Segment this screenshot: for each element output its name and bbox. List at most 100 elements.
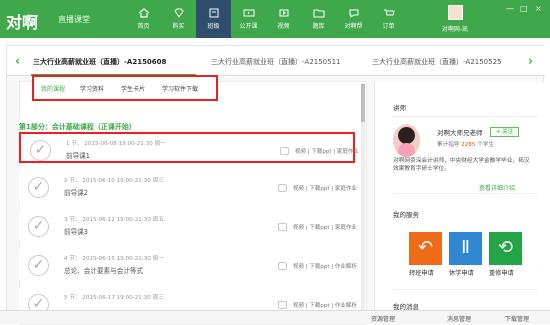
transfer-icon: ↶ bbox=[417, 237, 434, 258]
bottom-toolbar: 资源管理 消息管理 下载管理 bbox=[0, 310, 550, 324]
lesson-meta: 4 节： 2015-06-15 19:00-21:30 周一 bbox=[64, 256, 164, 262]
diamond-icon bbox=[173, 8, 185, 18]
lesson-row-4[interactable]: ✓ 4 节： 2015-06-15 19:00-21:30 周一 总论、会计要素… bbox=[19, 249, 357, 280]
section-title: 第1部分：会计基础课程（正课开始） bbox=[19, 123, 136, 131]
lesson-meta: 5 节： 2015-06-17 19:00-21:30 周三 bbox=[64, 295, 164, 301]
home-icon bbox=[138, 8, 150, 18]
student-count: 累计指导 2285 个学生 bbox=[437, 140, 494, 148]
nav-home[interactable]: 首页 bbox=[126, 0, 161, 38]
student-count-suffix: 个学生 bbox=[477, 142, 494, 148]
avatar bbox=[447, 5, 463, 20]
maximize-button[interactable]: □ bbox=[520, 4, 528, 13]
nav-question-bank[interactable]: 题库 bbox=[301, 0, 336, 38]
lesson-meta: 1 节： 2015-06-08 19:00-21:30 周一 bbox=[66, 141, 166, 147]
nav-label-question-bank: 题库 bbox=[312, 23, 325, 30]
close-button[interactable]: × bbox=[535, 4, 542, 13]
nav-class[interactable]: 班级 bbox=[196, 0, 231, 38]
nav-open-course[interactable]: 公开课 bbox=[231, 0, 266, 38]
lock-icon bbox=[278, 262, 287, 270]
nav-label-class: 班级 bbox=[207, 23, 220, 30]
teacher-details-link[interactable]: 查看详细介绍 bbox=[479, 183, 515, 192]
lesson-row-3[interactable]: ✓ 3 节： 2015-06-12 19:00-21:30 周五 前导课3 视频… bbox=[19, 210, 357, 241]
download-management-link[interactable]: 下载管理 bbox=[505, 314, 529, 323]
teacher-name: 对啊大师兄老师 bbox=[437, 129, 483, 137]
order-cart-icon bbox=[383, 8, 395, 18]
lesson-actions[interactable]: 视频 | 下载ppt | 家庭作业 bbox=[293, 223, 357, 231]
lesson-title: 总论、会计要素与会计等式 bbox=[64, 267, 144, 275]
repeat-course-button[interactable]: ⟲ bbox=[489, 232, 522, 265]
lesson-actions[interactable]: 视频 | 下载ppt | 作业解析 bbox=[293, 262, 357, 270]
lock-icon bbox=[278, 223, 287, 231]
class-icon bbox=[208, 8, 220, 18]
tab-software-download[interactable]: 学习软件下载 bbox=[162, 84, 198, 93]
lesson-row-5[interactable]: ✓ 5 节： 2015-06-17 19:00-21:30 周三 视频 | 下载… bbox=[19, 288, 357, 315]
class-switcher: ‹ 三大行业高薪就业班（直播）-A2150608 三大行业高薪就业班（直播）-A… bbox=[7, 46, 545, 76]
app-logo: 对啊 bbox=[6, 13, 39, 32]
pause-study-button[interactable]: Ⅱ bbox=[449, 232, 482, 265]
repeat-course-icon: ⟲ bbox=[497, 237, 514, 258]
lesson-row-1[interactable]: ✓ 1 节： 2015-06-08 19:00-21:30 周一 前导课1 视频… bbox=[19, 132, 359, 163]
nav-video[interactable]: 视频 bbox=[266, 0, 301, 38]
lesson-actions[interactable]: 视频 | 下载ppt | 作业解析 bbox=[293, 301, 357, 309]
nav-help[interactable]: 对啊帮 bbox=[336, 0, 371, 38]
student-count-prefix: 累计指导 bbox=[437, 142, 460, 148]
lesson-title: 前导课1 bbox=[66, 152, 90, 160]
minimize-button[interactable]: — bbox=[506, 4, 514, 13]
tab-my-courses[interactable]: 我的课程 bbox=[41, 84, 65, 93]
nav-label-open-course: 公开课 bbox=[239, 23, 258, 30]
right-sidebar: 讲师 对啊大师兄老师 + 关注 累计指导 2285 个学生 对啊网资深会计讲师，… bbox=[374, 82, 545, 325]
lesson-actions[interactable]: 视频 | 下载ppt | 家庭作业 bbox=[295, 147, 359, 155]
transfer-label: 转班申请 bbox=[409, 270, 434, 277]
completed-check-icon: ✓ bbox=[28, 255, 49, 276]
completed-check-icon: ✓ bbox=[28, 177, 49, 198]
nav-label-home: 首页 bbox=[137, 23, 150, 30]
resource-management-link[interactable]: 资源管理 bbox=[371, 314, 395, 323]
pause-study-icon: Ⅱ bbox=[461, 237, 470, 258]
video-icon bbox=[278, 8, 290, 18]
course-tabs-highlight: 我的课程 学习资料 学生卡片 学习软件下载 bbox=[32, 75, 218, 101]
lesson-row-2[interactable]: ✓ 2 节： 2015-06-10 19:00-21:30 周三 前导课2 视频… bbox=[19, 171, 357, 202]
nav-buy[interactable]: 购买 bbox=[161, 0, 196, 38]
lesson-meta: 2 节： 2015-06-10 19:00-21:30 周三 bbox=[64, 178, 164, 184]
main-nav: 首页 购买 班级 公开课 视频 题库 对啊帮 订单 bbox=[126, 0, 406, 38]
nav-label-order: 订单 bbox=[382, 23, 395, 30]
class-tab-a2150511[interactable]: 三大行业高薪就业班（直播）-A2150511 bbox=[211, 57, 341, 67]
nav-order[interactable]: 订单 bbox=[371, 0, 406, 38]
app-subtitle: 直播课堂 bbox=[58, 15, 90, 24]
lesson-actions[interactable]: 视频 | 下载ppt | 家庭作业 bbox=[293, 184, 357, 192]
tab-student-card[interactable]: 学生卡片 bbox=[121, 84, 145, 93]
previous-class-arrow-icon[interactable]: ‹ bbox=[15, 54, 20, 68]
lock-icon bbox=[278, 301, 287, 309]
message-management-link[interactable]: 消息管理 bbox=[447, 314, 471, 323]
course-scrollbar-thumb[interactable] bbox=[361, 84, 365, 122]
help-chat-icon bbox=[348, 8, 360, 18]
lesson-title: 前导课2 bbox=[64, 189, 88, 197]
student-count-number: 2285 bbox=[461, 142, 476, 148]
class-tab-a2150525[interactable]: 三大行业高薪就业班（直播）-A2150525 bbox=[372, 57, 502, 67]
lock-icon bbox=[280, 147, 289, 155]
repeat-course-label: 重修申请 bbox=[489, 270, 514, 277]
teacher-description: 对啊网资深会计讲师，中央财经大学金融学毕业，拓汉效果教育字研士学位。 bbox=[393, 158, 530, 172]
open-course-icon bbox=[243, 8, 255, 18]
teacher-heading: 讲师 bbox=[393, 104, 406, 112]
completed-check-icon: ✓ bbox=[28, 216, 49, 237]
service-heading: 我的服务 bbox=[393, 211, 419, 219]
completed-check-icon: ✓ bbox=[30, 140, 51, 161]
user-menu[interactable]: 对啊网-凯 bbox=[435, 2, 475, 36]
user-name: 对啊网-凯 bbox=[441, 26, 469, 33]
lock-icon bbox=[278, 184, 287, 192]
question-bank-icon bbox=[313, 8, 325, 18]
nav-label-buy: 购买 bbox=[172, 23, 185, 30]
main-content: ‹ 三大行业高薪就业班（直播）-A2150608 三大行业高薪就业班（直播）-A… bbox=[6, 45, 545, 325]
pause-study-label: 休学申请 bbox=[449, 270, 474, 277]
nav-label-video: 视频 bbox=[277, 23, 290, 30]
divider bbox=[393, 289, 538, 290]
tab-study-materials[interactable]: 学习资料 bbox=[80, 84, 104, 93]
transfer-class-button[interactable]: ↶ bbox=[409, 232, 442, 265]
follow-button[interactable]: + 关注 bbox=[490, 127, 519, 137]
class-tab-a2150608[interactable]: 三大行业高薪就业班（直播）-A2150608 bbox=[33, 57, 166, 67]
top-navigation-bar: 对啊 直播课堂 首页 购买 班级 公开课 视频 题库 对啊帮 订单 对啊网-凯 … bbox=[0, 0, 550, 38]
next-class-arrow-icon[interactable]: › bbox=[528, 54, 533, 68]
divider bbox=[393, 193, 538, 194]
lesson-title: 前导课3 bbox=[64, 228, 88, 236]
